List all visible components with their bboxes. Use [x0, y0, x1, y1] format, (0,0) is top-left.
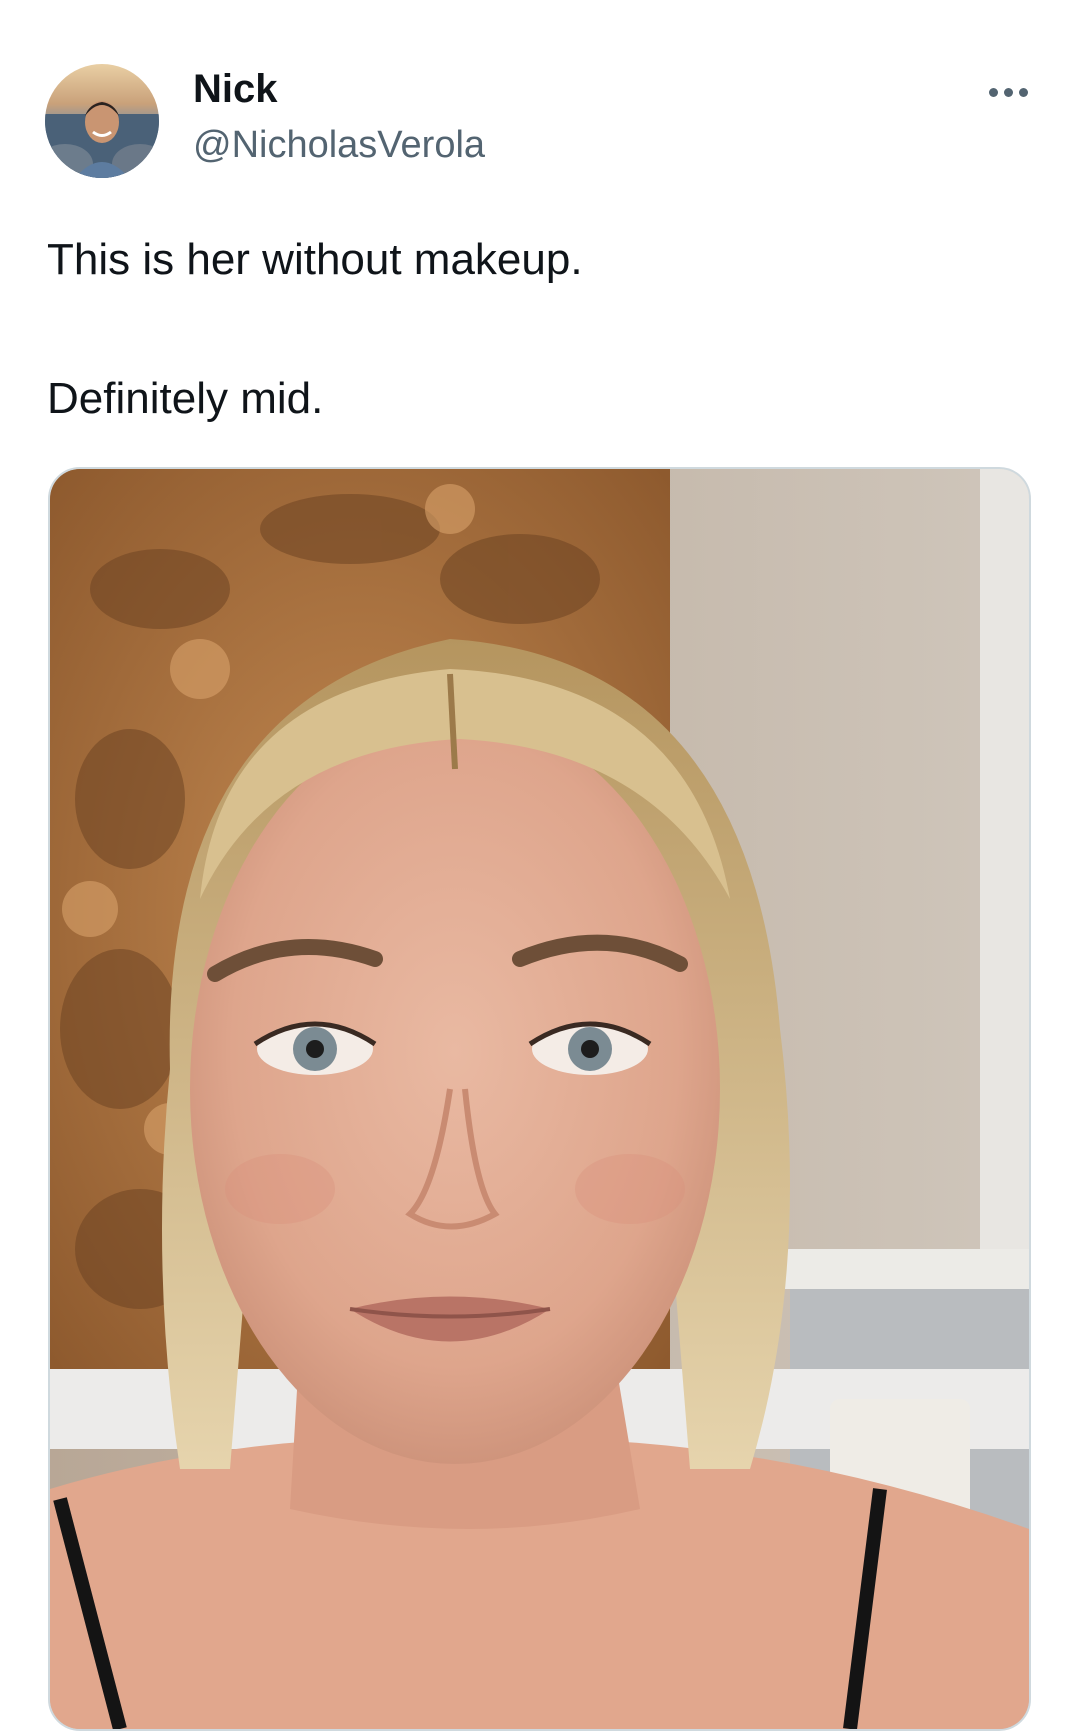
tweet-text-line-2: Definitely mid.	[47, 374, 324, 423]
photo-image	[50, 469, 1029, 1729]
avatar-photo	[45, 64, 159, 178]
tweet-card: Nick @NicholasVerola This is her without…	[0, 0, 1077, 1731]
author-avatar[interactable]	[45, 64, 159, 178]
author-display-name[interactable]: Nick	[193, 64, 278, 114]
author-handle[interactable]: @NicholasVerola	[193, 120, 485, 170]
tweet-text-line-1: This is her without makeup.	[47, 235, 583, 284]
more-options-button[interactable]	[970, 72, 1046, 112]
tweet-media-photo[interactable]	[48, 467, 1031, 1731]
more-horizontal-icon	[988, 87, 998, 97]
